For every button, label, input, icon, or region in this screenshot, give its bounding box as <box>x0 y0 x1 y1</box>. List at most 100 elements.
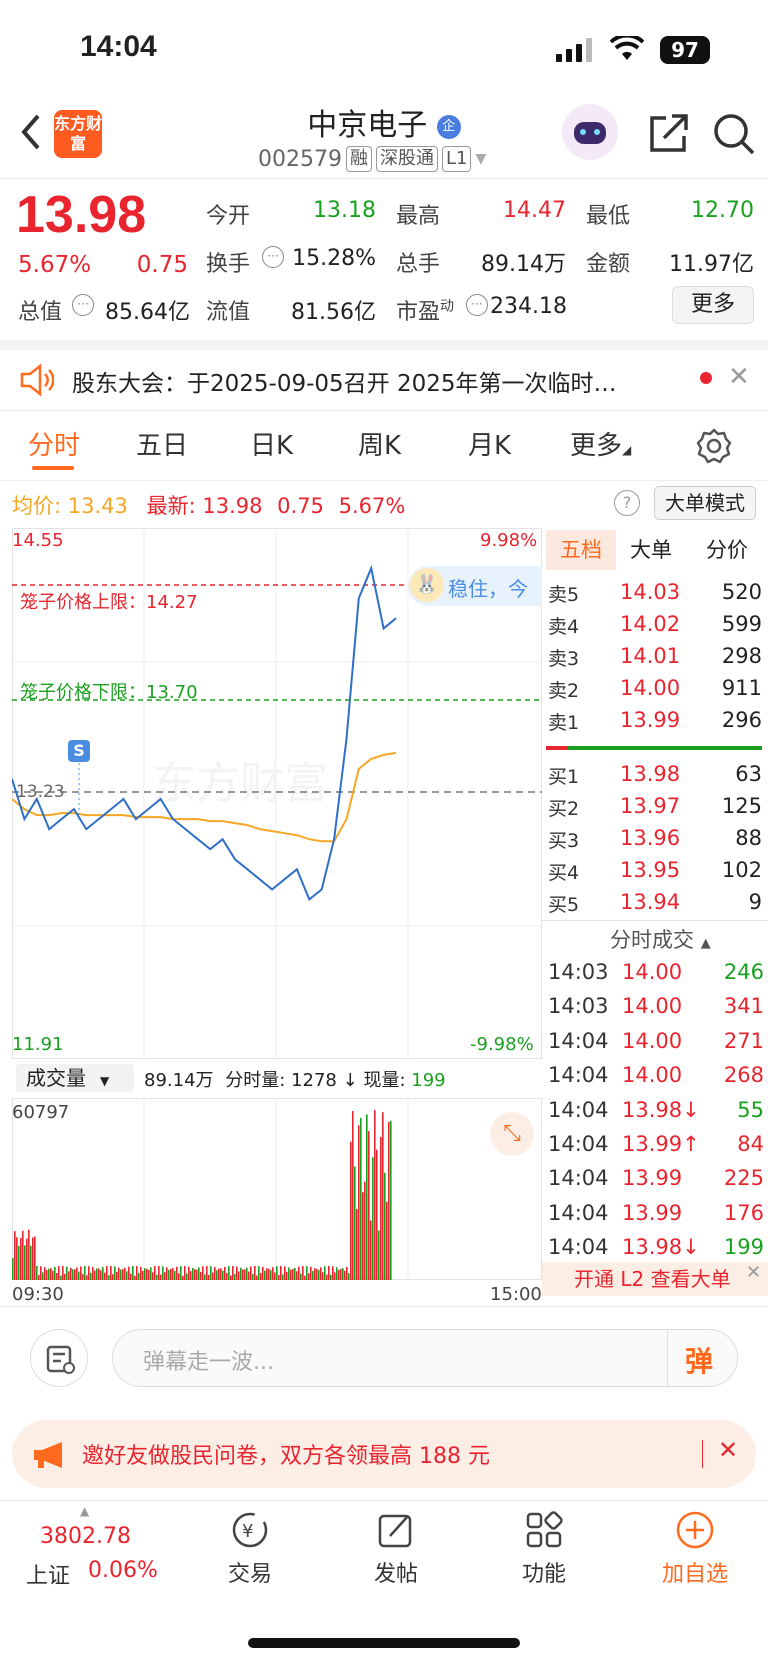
volume-value: 89.14万 <box>481 252 566 277</box>
volume-bar <box>180 1266 182 1280</box>
info-dots-icon[interactable]: ··· <box>72 294 94 316</box>
battery-indicator: 97 <box>660 36 710 64</box>
volume-bar <box>200 1271 202 1280</box>
wifi-icon <box>610 36 644 60</box>
volume-bar <box>268 1268 270 1280</box>
info-change: 0.75 <box>277 494 324 518</box>
sell-level-row: 卖1 13.99 296 <box>546 704 762 736</box>
info-dots-icon[interactable]: ··· <box>466 294 488 316</box>
volume-bar <box>34 1236 36 1280</box>
big-order-mode-button[interactable]: 大单模式 <box>654 486 756 520</box>
share-icon[interactable] <box>648 112 690 154</box>
volume-bar <box>362 1192 364 1280</box>
add-circle-icon <box>676 1511 714 1549</box>
volume-bar <box>384 1172 386 1280</box>
close-icon[interactable]: ✕ <box>728 362 750 392</box>
minute-vol-value: 1278 <box>291 1070 337 1091</box>
buy-levels: 买1 13.98 63 买2 13.97 125 买3 13.96 88 买4 13.95 102 买5… <box>546 758 762 918</box>
change-value: 0.75 <box>136 252 188 278</box>
volume-bar <box>166 1267 168 1280</box>
more-button[interactable]: 更多 <box>672 286 754 324</box>
danmaku-input[interactable]: 弹幕走一波... 弹 <box>112 1329 738 1388</box>
status-time: 14:04 <box>80 30 157 63</box>
volume-bar <box>252 1273 254 1280</box>
robot-avatar-icon[interactable] <box>562 104 618 160</box>
info-dots-icon[interactable]: ··· <box>262 246 284 268</box>
event-marker-s[interactable]: S <box>68 740 90 762</box>
volume-bar <box>256 1275 258 1280</box>
tick-volume: 84 <box>737 1131 764 1156</box>
axis-low-pct: -9.98% <box>470 1034 534 1055</box>
index-pct: 0.06% <box>88 1558 158 1583</box>
notice-bar[interactable]: 股东大会：于2025-09-05召开 2025年第一次临时… ✕ <box>0 350 768 410</box>
tab-intraday[interactable]: 分时 <box>28 425 80 462</box>
volume-bar <box>236 1266 238 1280</box>
settings-icon[interactable] <box>696 428 732 464</box>
l2-banner[interactable]: 开通 L2 查看大单 <box>542 1262 768 1296</box>
header-divider <box>0 178 768 179</box>
volume-bar <box>248 1271 250 1280</box>
tab-five-levels[interactable]: 五档 <box>546 530 616 570</box>
tab-five-day[interactable]: 五日 <box>136 425 188 462</box>
stock-subtitle[interactable]: 002579 融 深股通 L1 ▼ <box>258 146 486 172</box>
volume-bar <box>250 1266 252 1280</box>
index-widget[interactable]: ▲ 3802.78 上证 0.06% <box>0 1500 176 1590</box>
tab-price-dist[interactable]: 分价 <box>706 530 748 570</box>
volume-bar <box>148 1270 150 1280</box>
volume-bar <box>146 1268 148 1280</box>
volume-bar <box>254 1266 256 1280</box>
volume-bar <box>382 1112 384 1280</box>
nav-add-watchlist[interactable]: 加自选 <box>650 1510 740 1588</box>
tab-daily-k[interactable]: 日K <box>250 425 293 462</box>
nav-functions[interactable]: 功能 <box>504 1510 584 1588</box>
ticks-title[interactable]: 分时成交 ▲ <box>610 924 711 954</box>
tick-row: 14:03 14.00 341 <box>548 990 764 1024</box>
volume-bar <box>152 1272 154 1280</box>
volume-bar <box>332 1266 334 1280</box>
nav-trade-label: 交易 <box>227 1562 272 1587</box>
float-cap-value: 81.56亿 <box>291 300 376 325</box>
nav-trade[interactable]: ¥ 交易 <box>210 1510 290 1588</box>
volume-bar <box>54 1266 56 1280</box>
volume-bar <box>28 1229 30 1280</box>
tick-time: 14:04 <box>548 1166 609 1191</box>
help-icon[interactable]: ? <box>614 490 640 516</box>
volume-bar <box>84 1266 86 1280</box>
danmaku-send-button[interactable]: 弹 <box>685 1340 713 1380</box>
volume-bar <box>60 1275 62 1280</box>
tab-weekly-k[interactable]: 周K <box>358 425 401 462</box>
volume-selector[interactable]: 成交量 ▼ <box>16 1064 134 1092</box>
volume-bar <box>260 1272 262 1280</box>
volume-bar <box>304 1275 306 1280</box>
expand-icon[interactable]: ⤡ <box>490 1112 534 1156</box>
volume-bar <box>328 1266 330 1280</box>
tick-time: 14:04 <box>548 1063 609 1088</box>
volume-bar <box>366 1114 368 1280</box>
danmaku-settings-icon[interactable] <box>30 1329 88 1387</box>
comment-bubble[interactable]: 🐰 稳住，今 <box>408 566 542 606</box>
close-icon[interactable]: ✕ <box>746 1262 761 1283</box>
volume-bar <box>12 1258 14 1280</box>
search-icon[interactable] <box>712 112 756 156</box>
volume-bar <box>140 1266 142 1280</box>
tab-monthly-k[interactable]: 月K <box>468 425 511 462</box>
caret-icon: ◢ <box>622 443 632 457</box>
tab-big-orders[interactable]: 大单 <box>630 530 672 570</box>
volume-bar <box>120 1269 122 1280</box>
level-price: 13.97 <box>620 794 681 818</box>
tick-time: 14:04 <box>548 1200 609 1225</box>
high-label: 最高 <box>396 204 441 229</box>
close-icon[interactable]: ✕ <box>718 1436 738 1464</box>
pe-dynamic-sup: 动 <box>440 298 455 315</box>
tick-row: 14:04 14.00 268 <box>548 1059 764 1093</box>
level-price: 13.98 <box>620 762 681 786</box>
rabbit-avatar-icon: 🐰 <box>410 568 444 602</box>
tab-more[interactable]: 更多◢ <box>570 425 631 462</box>
promo-banner[interactable]: 邀好友做股民问卷，双方各领最高 188 元 ✕ <box>12 1420 756 1488</box>
level-label: 卖5 <box>548 584 580 606</box>
nav-post[interactable]: 发帖 <box>356 1510 436 1588</box>
volume-bar <box>380 1136 382 1280</box>
change-percent: 5.67% <box>18 252 92 278</box>
volume-bar <box>368 1131 370 1280</box>
low-label: 最低 <box>586 204 631 229</box>
